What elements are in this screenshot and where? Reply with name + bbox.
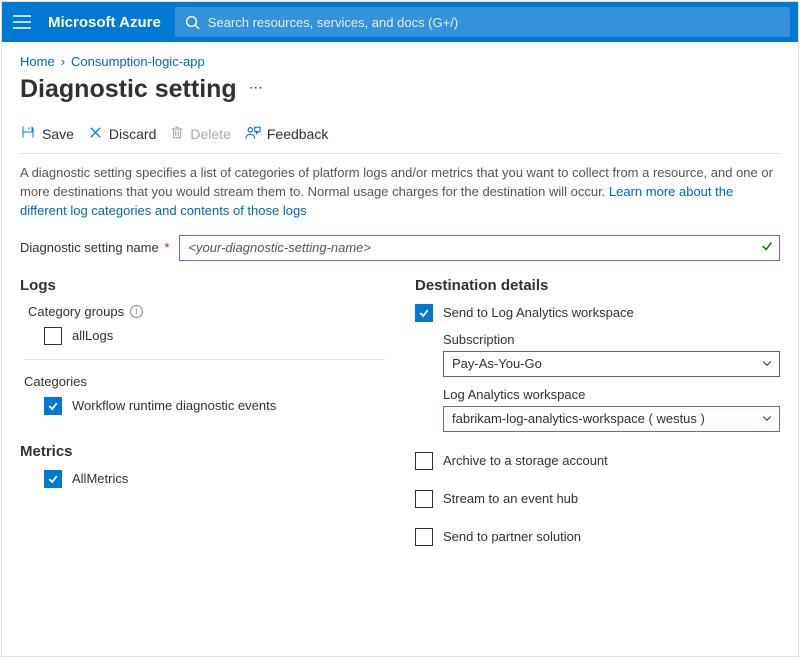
breadcrumb-resource[interactable]: Consumption-logic-app [71, 54, 205, 69]
metrics-heading: Metrics [20, 443, 385, 460]
global-search[interactable] [175, 7, 790, 37]
save-icon [20, 124, 36, 143]
setting-name-label: Diagnostic setting name * [20, 240, 169, 255]
page-title: Diagnostic setting [20, 75, 237, 104]
destination-heading: Destination details [415, 277, 780, 294]
workflow-runtime-checkbox[interactable] [44, 397, 62, 415]
send-log-analytics-label: Send to Log Analytics workspace [443, 305, 634, 320]
send-partner-checkbox[interactable] [415, 528, 433, 546]
workflow-runtime-label: Workflow runtime diagnostic events [72, 398, 276, 413]
archive-storage-checkbox[interactable] [415, 452, 433, 470]
hamburger-menu[interactable] [10, 10, 34, 34]
brand-label: Microsoft Azure [48, 14, 161, 31]
info-icon[interactable]: i [130, 305, 143, 318]
discard-icon [88, 125, 103, 143]
category-groups-label: Category groups i [28, 304, 385, 319]
setting-name-input[interactable] [179, 235, 780, 261]
allmetrics-checkbox[interactable] [44, 470, 62, 488]
alllogs-label: allLogs [72, 328, 113, 343]
chevron-down-icon [761, 357, 773, 372]
delete-icon [170, 125, 184, 143]
feedback-icon [245, 125, 261, 143]
logs-heading: Logs [20, 277, 385, 294]
subscription-select[interactable]: Pay-As-You-Go [443, 351, 780, 377]
categories-label: Categories [24, 374, 385, 389]
validation-check-icon [760, 239, 774, 256]
alllogs-checkbox[interactable] [44, 327, 62, 345]
command-bar: Save Discard Delete Feedback [20, 120, 780, 154]
more-actions-button[interactable]: ⋯ [249, 79, 263, 100]
breadcrumb: Home › Consumption-logic-app [20, 54, 780, 69]
workspace-label: Log Analytics workspace [443, 387, 780, 402]
delete-button: Delete [170, 125, 230, 143]
delete-label: Delete [190, 126, 230, 142]
feedback-button[interactable]: Feedback [245, 125, 328, 143]
discard-label: Discard [109, 126, 156, 142]
subscription-value: Pay-As-You-Go [452, 356, 542, 371]
allmetrics-label: AllMetrics [72, 471, 128, 486]
breadcrumb-separator: › [61, 54, 65, 69]
stream-eventhub-checkbox[interactable] [415, 490, 433, 508]
discard-button[interactable]: Discard [88, 125, 156, 143]
workspace-value: fabrikam-log-analytics-workspace ( westu… [452, 411, 705, 426]
search-input[interactable] [208, 15, 780, 30]
feedback-label: Feedback [267, 126, 328, 142]
stream-eventhub-label: Stream to an event hub [443, 491, 578, 506]
send-partner-label: Send to partner solution [443, 529, 581, 544]
chevron-down-icon [761, 412, 773, 427]
send-log-analytics-checkbox[interactable] [415, 304, 433, 322]
save-button[interactable]: Save [20, 124, 74, 143]
subscription-label: Subscription [443, 332, 780, 347]
workspace-select[interactable]: fabrikam-log-analytics-workspace ( westu… [443, 406, 780, 432]
description-text: A diagnostic setting specifies a list of… [20, 164, 780, 221]
save-label: Save [42, 126, 74, 142]
breadcrumb-home[interactable]: Home [20, 54, 55, 69]
archive-storage-label: Archive to a storage account [443, 453, 608, 468]
